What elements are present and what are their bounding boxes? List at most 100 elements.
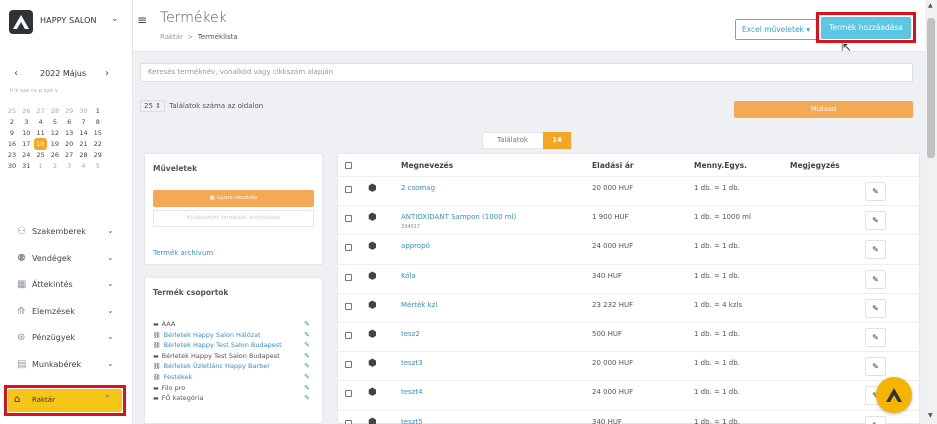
sidebar-item-person[interactable]: ⚇ Szakemberek ⌄ [0, 219, 133, 245]
edit-pencil-icon[interactable]: ✎ [304, 373, 310, 381]
per-page-select[interactable]: 25 ⇕ Találatok száma az oldalon [140, 100, 263, 112]
calendar-day[interactable]: 5 [91, 161, 105, 172]
calendar-day[interactable]: 2 [48, 161, 62, 172]
sidebar-item-raktar[interactable]: ⌂ Raktár ⌃ [8, 389, 122, 412]
page-scrollbar[interactable]: ▲ ▼ [925, 0, 937, 424]
calendar-day[interactable]: 5 [48, 117, 62, 128]
excel-actions-button[interactable]: Excel műveletek ▾ [735, 19, 817, 40]
row-checkbox[interactable] [345, 273, 352, 281]
table-row[interactable]: ⬢teszt424 000 HUF1 db. = 1 db.✎ [338, 380, 921, 409]
brand-switcher[interactable]: HAPPY SALON ⌄ [0, 0, 133, 48]
product-group-item[interactable]: ▬ Bérletek Happy Test Salon Budapest ✎ [153, 352, 318, 361]
edit-pencil-icon[interactable]: ✎ [304, 362, 310, 370]
row-checkbox[interactable] [345, 361, 352, 369]
product-name-link[interactable]: 2 csomag [401, 184, 435, 192]
sidebar-item-chart[interactable]: ⟰ Elemzések ⌄ [0, 299, 133, 325]
calendar-day[interactable]: 9 [5, 128, 19, 139]
product-group-item[interactable]: ▬ AAA ✎ [153, 320, 318, 329]
edit-pencil-icon[interactable]: ✎ [865, 415, 886, 424]
chevron-up-icon[interactable]: ⌃ [104, 394, 111, 403]
table-row[interactable]: ⬢ ANTIOXIDANT Sampon (1000 ml) 334017 1 900… [338, 205, 921, 234]
edit-pencil-icon[interactable]: ✎ [304, 384, 310, 392]
scroll-up-icon[interactable]: ▲ [928, 2, 933, 9]
sidebar-item-people[interactable]: ⚉ Vendégek ⌄ [0, 246, 133, 272]
table-row[interactable]: ⬢ teszt5 340 HUF 1 db. = 1 db. ✎ [338, 409, 921, 424]
calendar-day[interactable]: 26 [19, 106, 33, 117]
calendar-day[interactable]: 15 [91, 128, 105, 139]
product-name-link[interactable]: Kóla [401, 272, 416, 280]
sidebar-item-money[interactable]: ⊛ Pénzügyek ⌄ [0, 325, 133, 351]
calendar-day[interactable]: 30 [77, 106, 91, 117]
help-fab-button[interactable] [876, 377, 912, 413]
menu-icon[interactable]: ≡ [137, 13, 147, 27]
calendar-day[interactable]: 10 [19, 128, 33, 139]
chevron-down-icon[interactable]: ⌄ [107, 359, 114, 368]
calendar-day[interactable]: 31 [19, 161, 33, 172]
calendar-day[interactable]: 21 [77, 139, 91, 150]
product-name-link[interactable]: appropó [401, 242, 430, 250]
product-group-item[interactable]: ⛓ Bérletek Happy Salon Hálózat ✎ [153, 331, 318, 340]
product-group-item[interactable]: ▬ Filo pro ✎ [153, 384, 318, 393]
edit-pencil-icon[interactable]: ✎ [865, 211, 886, 231]
row-checkbox[interactable] [345, 302, 352, 310]
chevron-down-icon[interactable]: ⌄ [111, 14, 119, 24]
calendar-day[interactable]: 27 [62, 150, 76, 161]
calendar-day[interactable]: 16 [5, 139, 19, 150]
calendar-day[interactable]: 13 [62, 128, 76, 139]
calendar-day[interactable]: 7 [77, 117, 91, 128]
calendar-day[interactable]: 1 [91, 106, 105, 117]
edit-pencil-icon[interactable]: ✎ [304, 331, 310, 339]
edit-pencil-icon[interactable]: ✎ [304, 341, 310, 349]
product-group-item[interactable]: ⛓ Bérletek Happy Test Salon Budapest ✎ [153, 341, 318, 350]
calendar-day[interactable]: 3 [62, 161, 76, 172]
calendar-day[interactable]: 1 [34, 161, 48, 172]
calendar-day[interactable]: 29 [91, 150, 105, 161]
calendar-day[interactable]: 28 [77, 150, 91, 161]
edit-pencil-icon[interactable]: ✎ [304, 394, 310, 402]
calendar-next-icon[interactable]: › [105, 68, 109, 79]
calendar-day[interactable]: 14 [77, 128, 91, 139]
quick-sale-button[interactable]: ▦ Gyors vesztrés [153, 190, 314, 207]
breadcrumb-root[interactable]: Raktár [160, 33, 183, 41]
edit-pencil-icon[interactable]: ✎ [865, 182, 886, 201]
product-group-item[interactable]: ▬ FŐ kategória ✎ [153, 394, 318, 403]
product-archive-link[interactable]: Termék archívum [153, 249, 213, 257]
calendar-day[interactable]: 27 [34, 106, 48, 117]
row-checkbox[interactable] [345, 419, 352, 424]
calendar-day[interactable]: 4 [34, 117, 48, 128]
table-row[interactable]: ⬢ teszt3 20 000 HUF 1 db. = 1 db. ✎ [338, 351, 921, 380]
edit-pencil-icon[interactable]: ✎ [865, 298, 886, 318]
product-name-link[interactable]: teszt4 [401, 388, 423, 396]
sidebar-item-grid[interactable]: ▦ Áttekintés ⌄ [0, 272, 133, 298]
calendar-day[interactable]: 17 [19, 139, 33, 150]
calendar-day[interactable]: 25 [5, 106, 19, 117]
calendar-day[interactable]: 30 [5, 161, 19, 172]
calendar-day[interactable]: 22 [91, 139, 105, 150]
product-group-item[interactable]: ⛓ Festékek ✎ [153, 373, 318, 382]
column-header-price[interactable]: Eladási ár [592, 161, 634, 170]
column-header-note[interactable]: Megjegyzés [790, 161, 840, 170]
edit-pencil-icon[interactable]: ✎ [304, 352, 310, 360]
calendar-day[interactable]: 29 [62, 106, 76, 117]
search-input[interactable]: Keresés terméknév, vonalkód vagy cikkszá… [140, 63, 913, 82]
table-row[interactable]: ⬢ 2 csomag 20 000 HUF 1 db. = 1 db. ✎ [338, 176, 921, 205]
calendar-day[interactable]: 3 [19, 117, 33, 128]
row-checkbox[interactable] [345, 186, 352, 193]
product-name-link[interactable]: ANTIOXIDANT Sampon (1000 ml) [401, 213, 516, 221]
product-name-link[interactable]: tesz2 [401, 330, 420, 338]
edit-pencil-icon[interactable]: ✎ [304, 320, 310, 328]
table-row[interactable]: ⬢ appropó 24 000 HUF 1 db. = 1 db. ✎ [338, 234, 921, 263]
product-group-item[interactable]: ⛓ Bérletek Üzletlánc Happy Barber ✎ [153, 362, 318, 371]
calendar-day[interactable]: 6 [62, 117, 76, 128]
edit-pencil-icon[interactable]: ✎ [865, 328, 886, 347]
calendar-day[interactable]: 2 [5, 117, 19, 128]
chevron-down-icon[interactable]: ⌄ [107, 306, 114, 315]
scroll-down-icon[interactable]: ▼ [928, 412, 933, 419]
table-row[interactable]: ⬢ tesz2 500 HUF 1 db. = 1 db. ✎ [338, 322, 921, 351]
calendar-day[interactable]: 20 [62, 139, 76, 150]
show-button[interactable]: Mutasd [734, 101, 913, 118]
row-checkbox[interactable] [345, 332, 352, 339]
table-row[interactable]: ⬢ Mérték kzl 23 232 HUF 1 db. = 4 kzls ✎ [338, 292, 921, 322]
product-name-link[interactable]: teszt5 [401, 418, 423, 424]
per-page-value[interactable]: 25 ⇕ [140, 100, 166, 112]
